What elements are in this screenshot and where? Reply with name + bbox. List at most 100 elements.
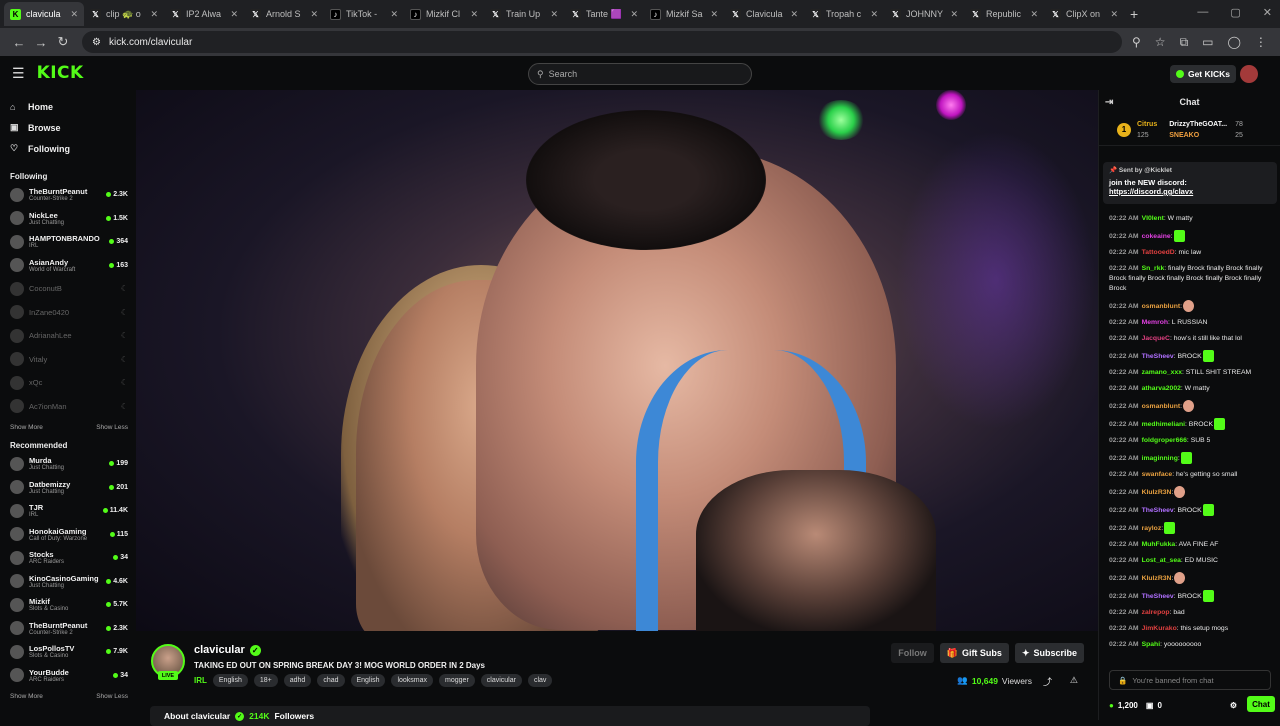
message-username[interactable]: osmanblunt xyxy=(1142,403,1181,410)
stream-tag[interactable]: clav xyxy=(527,674,553,687)
channel-name[interactable]: clavicular xyxy=(194,644,245,656)
gift-subs-button[interactable]: 🎁 Gift Subs xyxy=(939,643,1009,663)
category-link[interactable]: IRL xyxy=(194,676,207,685)
message-username[interactable]: JacqueC xyxy=(1142,335,1170,342)
message-username[interactable]: KlulzR3N xyxy=(1142,575,1172,582)
stream-tag[interactable]: English xyxy=(212,674,248,687)
browser-tab[interactable]: 𝕏 Claviculа ✕ xyxy=(724,2,804,26)
sidebar-channel[interactable]: CoconutB ☾ xyxy=(0,277,136,301)
sidebar-channel[interactable]: InZane0420 ☾ xyxy=(0,301,136,325)
sidebar-channel[interactable]: AsianAndy World of Warcraft 163 xyxy=(0,254,136,278)
bookmark-star-icon[interactable]: ☆ xyxy=(1155,35,1166,50)
message-username[interactable]: Lost_at_sea xyxy=(1142,557,1181,564)
browser-tab[interactable]: 𝕏 Arnold S ✕ xyxy=(244,2,324,26)
browser-tab[interactable]: ♪ Mizkif Sa ✕ xyxy=(644,2,724,26)
follow-button[interactable]: Follow xyxy=(891,643,934,663)
pinned-link[interactable]: https://discord.gg/clavx xyxy=(1109,187,1271,196)
message-username[interactable]: osmanblunt xyxy=(1142,303,1181,310)
message-username[interactable]: rayloz xyxy=(1142,525,1162,532)
zoom-icon[interactable]: ⚲ xyxy=(1132,35,1141,50)
browser-tab[interactable]: 𝕏 Tante 🟪 ✕ xyxy=(564,2,644,26)
close-tab-icon[interactable]: ✕ xyxy=(950,9,958,20)
browser-tab[interactable]: ♪ Mizkif Cl ✕ xyxy=(404,2,484,26)
sidebar-channel[interactable]: Vitaly ☾ xyxy=(0,348,136,372)
hamburger-menu-icon[interactable]: ☰ xyxy=(12,65,25,82)
site-info-icon[interactable]: ⚙ xyxy=(92,37,101,48)
forward-icon[interactable]: → xyxy=(30,35,52,50)
close-tab-icon[interactable]: ✕ xyxy=(630,9,638,20)
sidebar-nav-browse[interactable]: ▣ Browse xyxy=(0,117,136,138)
message-username[interactable]: swanface xyxy=(1142,471,1173,478)
sidebar-channel[interactable]: AdrianahLee ☾ xyxy=(0,324,136,348)
extensions-icon[interactable]: ⧉ xyxy=(1180,35,1189,50)
message-username[interactable]: imaginning xyxy=(1142,455,1178,462)
window-controls[interactable]: — ▢ ✕ xyxy=(1197,6,1272,19)
message-username[interactable]: foldgroper666 xyxy=(1142,437,1187,444)
message-username[interactable]: medhimeliani xyxy=(1142,421,1185,428)
sidebar-channel[interactable]: KinoCasinoGaming Just Chatting 4.6K xyxy=(0,570,136,594)
browser-tab[interactable]: 𝕏 Republic ✕ xyxy=(964,2,1044,26)
sidebar-channel[interactable]: YourBudde ARC Raiders 34 xyxy=(0,664,136,688)
collapse-chat-icon[interactable]: ⇥ xyxy=(1105,97,1113,108)
browser-tab[interactable]: 𝕏 Train Up ✕ xyxy=(484,2,564,26)
close-tab-icon[interactable]: ✕ xyxy=(150,9,158,20)
sidebar-channel[interactable]: Mizkif Slots & Casino 5.7K xyxy=(0,593,136,617)
url-field[interactable]: ⚙ kick.com/clavicular xyxy=(82,31,1122,53)
close-tab-icon[interactable]: ✕ xyxy=(390,9,398,20)
sidebar-nav-following[interactable]: ♡ Following xyxy=(0,138,136,159)
user-avatar[interactable] xyxy=(1240,65,1258,83)
sidebar-channel[interactable]: Murda Just Chatting 199 xyxy=(0,452,136,476)
menu-kebab-icon[interactable]: ⋮ xyxy=(1255,35,1267,50)
stream-tag[interactable]: mogger xyxy=(439,674,475,687)
close-tab-icon[interactable]: ✕ xyxy=(310,9,318,20)
browser-tab[interactable]: 𝕏 IP2 Alwa ✕ xyxy=(164,2,244,26)
stream-tag[interactable]: chad xyxy=(317,674,345,687)
message-username[interactable]: TattooedD xyxy=(1142,249,1175,256)
message-username[interactable]: Memroh xyxy=(1142,319,1168,326)
gifter-name[interactable]: DrizzyTheGOAT... xyxy=(1169,119,1227,130)
chat-send-button[interactable]: Chat xyxy=(1247,696,1275,712)
share-icon[interactable]: ⤴ xyxy=(1043,675,1052,688)
close-tab-icon[interactable]: ✕ xyxy=(470,9,478,20)
message-username[interactable]: JimKurako xyxy=(1142,625,1177,632)
show-less-following[interactable]: Show Less xyxy=(96,424,128,431)
message-username[interactable]: TheSheev xyxy=(1142,593,1174,600)
subscribe-button[interactable]: ✦ Subscribe xyxy=(1014,643,1084,663)
chat-input[interactable]: 🔒 You're banned from chat xyxy=(1109,670,1271,690)
browser-tab[interactable]: 𝕏 JOHNNY c ✕ xyxy=(884,2,964,26)
pinned-sender[interactable]: @Kicklet xyxy=(1144,167,1172,174)
new-tab-icon[interactable]: + xyxy=(1130,6,1138,22)
kick-logo[interactable]: KICK xyxy=(37,63,84,83)
browser-tab[interactable]: ♪ TikTok - ✕ xyxy=(324,2,404,26)
message-username[interactable]: cokeaine xyxy=(1142,233,1171,240)
report-icon[interactable]: ⚠ xyxy=(1070,675,1078,686)
close-tab-icon[interactable]: ✕ xyxy=(870,9,878,20)
sidebar-channel[interactable]: Stocks ARC Raiders 34 xyxy=(0,546,136,570)
sidebar-channel[interactable]: TheBurntPeanut Counter-Strike 2 2.3K xyxy=(0,617,136,641)
stream-tag[interactable]: adhd xyxy=(283,674,312,687)
message-username[interactable]: zamano_xxx xyxy=(1142,369,1182,376)
browser-tab[interactable]: Kclaviculа ✕ xyxy=(4,2,84,26)
close-tab-icon[interactable]: ✕ xyxy=(1030,9,1038,20)
sidepanel-icon[interactable]: ▭ xyxy=(1202,35,1213,50)
browser-tab[interactable]: 𝕏clip 🐢 o ✕ xyxy=(84,2,164,26)
close-tab-icon[interactable]: ✕ xyxy=(710,9,718,20)
close-tab-icon[interactable]: ✕ xyxy=(550,9,558,20)
message-username[interactable]: Sn_rkk xyxy=(1142,265,1165,272)
stream-tag[interactable]: looksmax xyxy=(391,674,434,687)
close-tab-icon[interactable]: ✕ xyxy=(790,9,798,20)
sidebar-channel[interactable]: LosPollosTV Slots & Casino 7.9K xyxy=(0,640,136,664)
stream-tag[interactable]: English xyxy=(350,674,386,687)
message-username[interactable]: atharva2002 xyxy=(1142,385,1181,392)
message-username[interactable]: VI0lent xyxy=(1142,215,1164,222)
browser-tab[interactable]: 𝕏 ClipX on ✕ xyxy=(1044,2,1124,26)
gifter-name[interactable]: Citrus xyxy=(1137,119,1157,130)
close-tab-icon[interactable]: ✕ xyxy=(230,9,238,20)
show-more-recommended[interactable]: Show More xyxy=(10,693,43,700)
message-username[interactable]: Spahi xyxy=(1142,641,1161,648)
gifter-name[interactable]: SNEAKO xyxy=(1169,130,1227,141)
sidebar-channel[interactable]: Datbemizzy Just Chatting 201 xyxy=(0,476,136,500)
profile-icon[interactable]: ◯ xyxy=(1227,35,1240,50)
search-input[interactable]: ⚲ Search xyxy=(528,63,752,85)
close-tab-icon[interactable]: ✕ xyxy=(70,9,78,20)
